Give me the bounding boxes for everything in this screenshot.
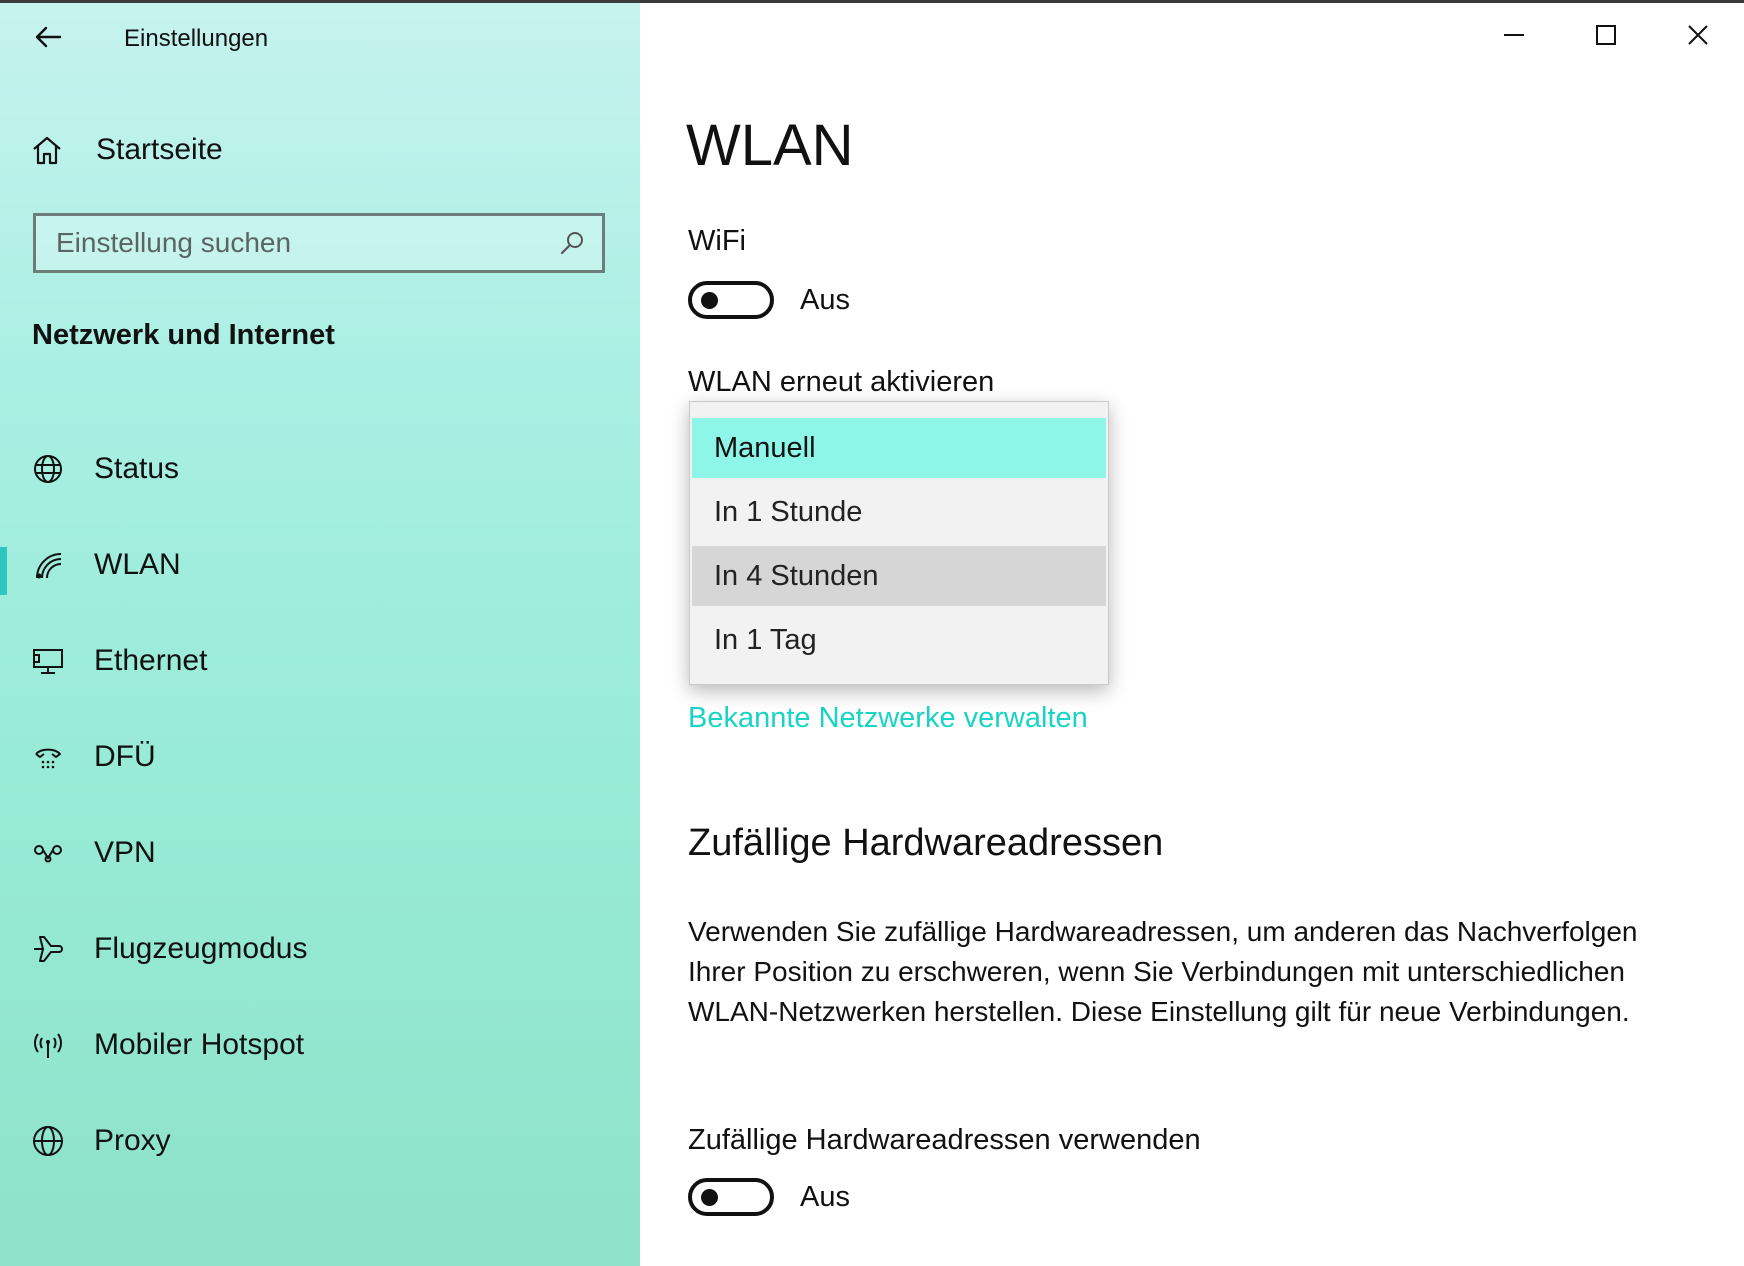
globe-status-icon <box>30 451 66 487</box>
dropdown-option-manuell[interactable]: Manuell <box>692 418 1106 478</box>
sidebar-item-proxy[interactable]: Proxy <box>0 1093 640 1189</box>
wifi-toggle[interactable] <box>688 281 774 319</box>
sidebar-item-home[interactable]: Startseite <box>30 125 223 175</box>
page-title: WLAN <box>686 113 854 178</box>
sidebar: Einstellungen Startseite Netzwerk und In… <box>0 3 640 1266</box>
minimize-icon <box>1504 34 1524 36</box>
sidebar-item-label: Mobiler Hotspot <box>94 1028 305 1061</box>
sidebar-item-label: Status <box>94 452 180 485</box>
dropdown-option-1-stunde[interactable]: In 1 Stunde <box>692 482 1106 542</box>
sidebar-item-status[interactable]: Status <box>0 421 640 517</box>
ethernet-icon <box>30 643 66 679</box>
search-icon[interactable] <box>550 221 594 265</box>
reactivate-dropdown[interactable]: Manuell In 1 Stunde In 4 Stunden In 1 Ta… <box>689 401 1109 685</box>
globe-icon <box>30 1123 66 1159</box>
sidebar-section-title: Netzwerk und Internet <box>32 319 335 351</box>
dialup-icon <box>30 739 66 775</box>
airplane-icon <box>30 931 66 967</box>
wifi-label: WiFi <box>688 225 746 257</box>
close-button[interactable] <box>1652 3 1744 67</box>
hotspot-icon <box>30 1027 66 1063</box>
sidebar-item-hotspot[interactable]: Mobiler Hotspot <box>0 997 640 1093</box>
random-hw-heading: Zufällige Hardwareadressen <box>688 822 1164 864</box>
search-box[interactable] <box>33 213 605 273</box>
sidebar-item-label: WLAN <box>94 548 181 581</box>
back-arrow-icon <box>35 26 62 48</box>
toggle-knob <box>701 292 718 309</box>
sidebar-item-ethernet[interactable]: Ethernet <box>0 613 640 709</box>
search-input[interactable] <box>36 215 550 271</box>
random-hw-toggle-state: Aus <box>800 1181 850 1213</box>
sidebar-item-label: Flugzeugmodus <box>94 932 308 965</box>
window-controls <box>1468 3 1744 67</box>
home-icon <box>33 136 61 165</box>
random-hw-description: Verwenden Sie zufällige Hardwareadressen… <box>688 916 1638 1027</box>
minimize-button[interactable] <box>1468 3 1560 67</box>
dropdown-option-4-stunden[interactable]: In 4 Stunden <box>692 546 1106 606</box>
sidebar-item-label: VPN <box>94 836 156 869</box>
sidebar-nav: Status WLAN Ethernet DFÜ VPN Flugzeugmod… <box>0 421 640 1189</box>
maximize-icon <box>1596 25 1616 45</box>
toggle-knob <box>701 1189 718 1206</box>
manage-known-networks-link[interactable]: Bekannte Netzwerke verwalten <box>688 702 1088 735</box>
back-button[interactable] <box>30 19 66 55</box>
close-icon <box>1688 25 1708 45</box>
sidebar-item-label: DFÜ <box>94 740 156 773</box>
app-title: Einstellungen <box>124 25 269 52</box>
sidebar-item-label: Proxy <box>94 1124 171 1157</box>
dropdown-option-1-tag[interactable]: In 1 Tag <box>692 610 1106 670</box>
vpn-icon <box>30 835 66 871</box>
random-hw-toggle[interactable] <box>688 1178 774 1216</box>
maximize-button[interactable] <box>1560 3 1652 67</box>
sidebar-item-wlan[interactable]: WLAN <box>0 517 640 613</box>
reactivate-label: WLAN erneut aktivieren <box>688 366 995 398</box>
sidebar-home-label: Startseite <box>96 133 223 166</box>
sidebar-item-airplane[interactable]: Flugzeugmodus <box>0 901 640 997</box>
sidebar-item-label: Ethernet <box>94 644 208 677</box>
sidebar-item-vpn[interactable]: VPN <box>0 805 640 901</box>
wifi-icon <box>30 547 66 583</box>
random-hw-toggle-label: Zufällige Hardwareadressen verwenden <box>688 1124 1201 1156</box>
wifi-toggle-state: Aus <box>800 284 850 316</box>
sidebar-item-dfu[interactable]: DFÜ <box>0 709 640 805</box>
